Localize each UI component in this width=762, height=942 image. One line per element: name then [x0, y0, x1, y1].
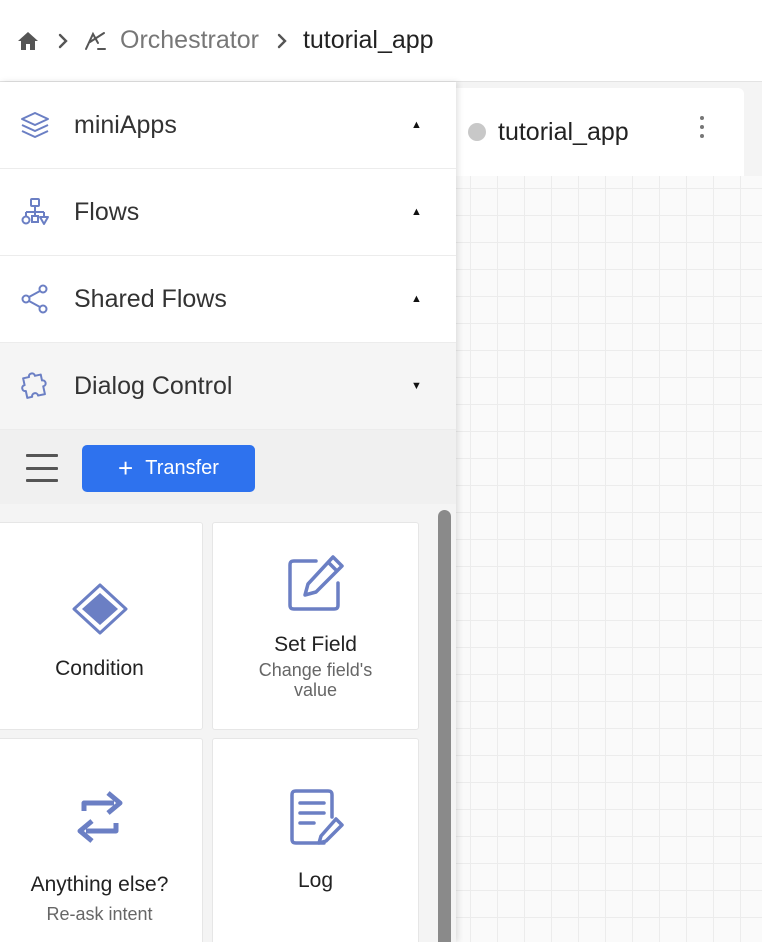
repeat-icon [70, 789, 130, 850]
card-subtitle: Re-ask intent [46, 904, 153, 924]
status-dot [468, 123, 486, 141]
node-card-set-field[interactable]: Set Field Change field's value [212, 522, 419, 730]
section-label: miniApps [74, 110, 177, 139]
breadcrumb-current: tutorial_app [302, 26, 434, 54]
sidebar-section-miniapps[interactable]: miniApps ▲ [0, 82, 456, 169]
transfer-label: Transfer [145, 457, 219, 479]
collapse-caret-icon[interactable]: ▲ [411, 119, 422, 131]
home-icon[interactable] [16, 29, 40, 53]
orchestrator-icon [84, 31, 106, 51]
card-title: Condition [55, 657, 144, 680]
chevron-right-icon [58, 33, 68, 49]
sidebar-section-flows[interactable]: Flows ▲ [0, 169, 456, 256]
breadcrumb-orchestrator-link[interactable]: Orchestrator [120, 26, 259, 55]
menu-icon[interactable] [26, 454, 58, 482]
tab-label: tutorial_app [498, 117, 629, 146]
tab-tutorial-app[interactable]: tutorial_app [456, 88, 744, 176]
collapse-caret-icon[interactable]: ▲ [411, 293, 422, 305]
diamond-icon [72, 583, 128, 640]
node-palette: Condition Set Field Change field's value… [0, 504, 456, 942]
dialog-control-toolbar: + Transfer [0, 430, 456, 506]
palette-scrollbar[interactable] [438, 510, 451, 942]
section-label: Dialog Control [74, 371, 233, 400]
breadcrumb: Orchestrator tutorial_app [0, 0, 762, 82]
card-subtitle: Change field's value [258, 660, 373, 700]
sidebar-section-shared-flows[interactable]: Shared Flows ▲ [0, 256, 456, 343]
flow-hierarchy-icon [18, 195, 52, 229]
expand-caret-icon[interactable]: ▼ [411, 380, 422, 392]
card-title: Set Field [274, 633, 357, 656]
card-title: Log [297, 869, 334, 892]
node-card-anything-else[interactable]: Anything else? Re-ask intent [0, 738, 203, 942]
node-card-condition[interactable]: Condition [0, 522, 203, 730]
transfer-button[interactable]: + Transfer [82, 445, 255, 492]
puzzle-icon [18, 369, 52, 403]
collapse-caret-icon[interactable]: ▲ [411, 206, 422, 218]
share-icon [18, 282, 52, 316]
more-options-icon[interactable] [700, 116, 704, 138]
node-card-log[interactable]: Log [212, 738, 419, 942]
section-label: Shared Flows [74, 284, 227, 313]
edit-icon [286, 553, 346, 618]
flow-canvas[interactable] [456, 176, 762, 942]
sidebar-section-dialog-control[interactable]: Dialog Control ▼ [0, 343, 456, 430]
layers-icon [18, 108, 52, 142]
log-icon [288, 787, 344, 852]
chevron-right-icon [277, 33, 287, 49]
sidebar-panel: miniApps ▲ Flows ▲ Shared Flows ▲ Dialog… [0, 82, 456, 942]
section-label: Flows [74, 197, 140, 226]
plus-icon: + [118, 452, 134, 483]
card-title: Anything else? [30, 873, 169, 896]
